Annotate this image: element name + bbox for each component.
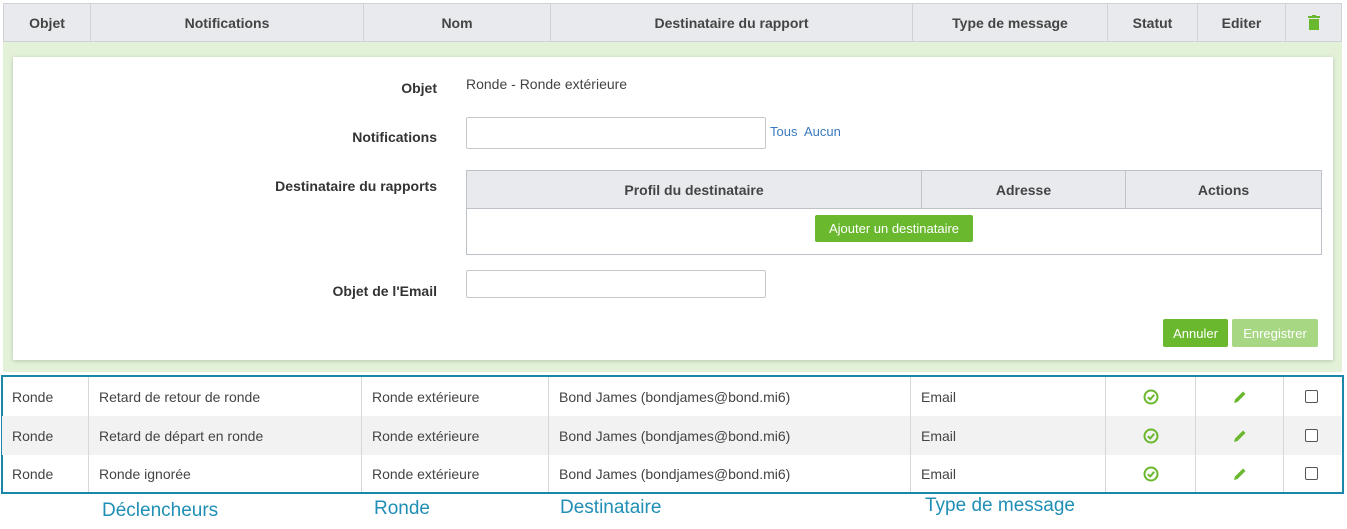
recip-header-profil: Profil du destinataire [467, 171, 922, 208]
objet-value: Ronde - Ronde extérieure [466, 76, 628, 92]
email-subject-input[interactable] [466, 270, 766, 298]
cell-objet: Ronde [2, 416, 89, 455]
aucun-link[interactable]: Aucun [804, 124, 841, 139]
header-statut[interactable]: Statut [1108, 4, 1198, 41]
cell-statut [1106, 455, 1196, 492]
edit-panel: Objet Ronde - Ronde extérieure Notificat… [13, 57, 1333, 360]
email-subject-label: Objet de l'Email [332, 283, 437, 299]
cell-nom: Ronde extérieure [362, 416, 549, 455]
cancel-button[interactable]: Annuler [1163, 319, 1228, 347]
header-destinataire[interactable]: Destinataire du rapport [551, 4, 913, 41]
destinataire-label: Destinataire du rapports [275, 178, 437, 194]
pencil-icon[interactable] [1232, 428, 1248, 444]
tous-link[interactable]: Tous [770, 124, 797, 139]
objet-label: Objet [401, 80, 437, 96]
recipient-table: Profil du destinataire Adresse Actions A… [466, 170, 1322, 255]
check-circle-icon[interactable] [1143, 428, 1159, 444]
header-objet[interactable]: Objet [4, 4, 91, 41]
cell-objet: Ronde [2, 377, 89, 416]
cell-notification: Ronde ignorée [89, 455, 362, 492]
pencil-icon[interactable] [1232, 466, 1248, 482]
check-circle-icon[interactable] [1143, 466, 1159, 482]
recip-header-adresse: Adresse [922, 171, 1126, 208]
cell-notification: Retard de retour de ronde [89, 377, 362, 416]
cell-destinataire: Bond James (bondjames@bond.mi6) [549, 377, 911, 416]
cell-edit [1196, 455, 1284, 492]
cell-edit [1196, 377, 1284, 416]
table-row[interactable]: Ronde Retard de retour de ronde Ronde ex… [2, 377, 1341, 416]
annotation-type-message: Type de message [925, 495, 1075, 516]
trash-icon[interactable] [1307, 15, 1320, 30]
cell-destinataire: Bond James (bondjames@bond.mi6) [549, 416, 911, 455]
recipient-table-header: Profil du destinataire Adresse Actions [467, 171, 1321, 209]
notifications-label: Notifications [352, 129, 437, 145]
cell-type: Email [911, 416, 1106, 455]
cell-notification: Retard de départ en ronde [89, 416, 362, 455]
cell-type: Email [911, 377, 1106, 416]
row-checkbox[interactable] [1305, 390, 1318, 403]
cell-select [1284, 455, 1339, 492]
header-notifications[interactable]: Notifications [91, 4, 364, 41]
row-checkbox[interactable] [1305, 467, 1318, 480]
cell-statut [1106, 416, 1196, 455]
cell-nom: Ronde extérieure [362, 377, 549, 416]
edit-row-wrapper: Objet Ronde - Ronde extérieure Notificat… [3, 42, 1342, 372]
check-circle-icon[interactable] [1143, 389, 1159, 405]
annotation-destinataire: Destinataire [560, 497, 662, 518]
cell-statut [1106, 377, 1196, 416]
recip-header-actions: Actions [1197, 181, 1250, 198]
cell-select [1284, 377, 1339, 416]
annotation-declencheurs: Déclencheurs [102, 500, 219, 521]
cell-type: Email [911, 455, 1106, 492]
header-type-message[interactable]: Type de message [913, 4, 1108, 41]
header-nom[interactable]: Nom [364, 4, 551, 41]
add-recipient-button[interactable]: Ajouter un destinataire [815, 215, 973, 242]
table-row[interactable]: Ronde Retard de départ en ronde Ronde ex… [2, 416, 1341, 455]
cell-select [1284, 416, 1339, 455]
cell-destinataire: Bond James (bondjames@bond.mi6) [549, 455, 911, 492]
save-button[interactable]: Enregistrer [1232, 319, 1318, 347]
cell-nom: Ronde extérieure [362, 455, 549, 492]
table-row[interactable]: Ronde Ronde ignorée Ronde extérieure Bon… [2, 455, 1341, 492]
notifications-input[interactable] [466, 117, 766, 149]
cell-edit [1196, 416, 1284, 455]
header-delete [1286, 4, 1341, 41]
pencil-icon[interactable] [1232, 389, 1248, 405]
header-editer[interactable]: Editer [1198, 4, 1286, 41]
table-header: Objet Notifications Nom Destinataire du … [3, 3, 1342, 42]
cell-objet: Ronde [2, 455, 89, 492]
row-checkbox[interactable] [1305, 429, 1318, 442]
annotation-ronde: Ronde [374, 498, 430, 519]
